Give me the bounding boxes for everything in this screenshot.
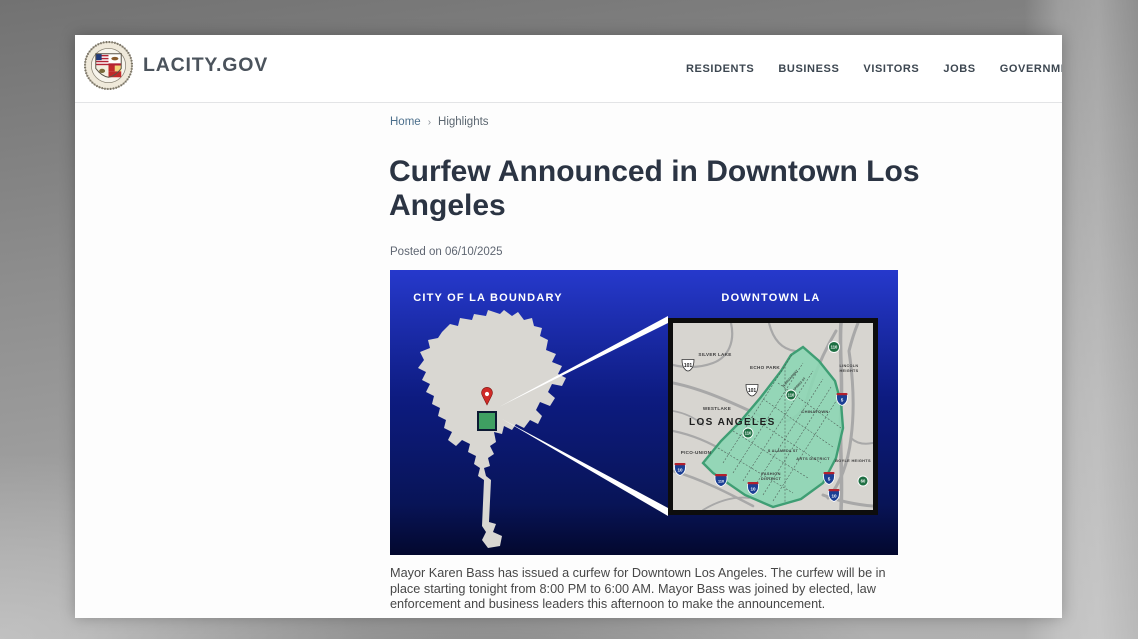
label-westlake: WESTLAKE (703, 406, 731, 411)
svg-text:5: 5 (841, 398, 844, 403)
label-alameda: S ALAMEDA ST (768, 449, 799, 453)
site-logo-link[interactable]: LACITY.GOV (84, 41, 268, 90)
banner-right-label: DOWNTOWN LA (721, 292, 820, 304)
nav-visitors[interactable]: VISITORS (863, 63, 919, 75)
label-arts-district: ARTS DISTRICT (796, 456, 830, 461)
label-chinatown: CHINATOWN (801, 409, 828, 414)
shield-sr110-top: 110 (829, 342, 840, 353)
svg-text:110: 110 (831, 345, 838, 350)
svg-text:110: 110 (745, 431, 752, 436)
shield-sr110-a: 110 (786, 390, 796, 400)
breadcrumb-home-link[interactable]: Home (390, 116, 421, 128)
svg-text:10: 10 (677, 468, 683, 473)
banner-left-label: CITY OF LA BOUNDARY (413, 292, 563, 304)
nav-residents[interactable]: RESIDENTS (686, 63, 754, 75)
downtown-inset-map: SILVER LAKE ECHO PARK WESTLAKE LOS ANGEL… (668, 318, 878, 515)
posted-date: Posted on 06/10/2025 (390, 246, 503, 258)
article-body-paragraph: Mayor Karen Bass has issued a curfew for… (390, 566, 897, 613)
label-boyle-heights: BOYLE HEIGHTS (835, 458, 871, 463)
site-name: LACITY.GOV (143, 54, 268, 77)
nav-jobs[interactable]: JOBS (943, 63, 975, 75)
page-title: Curfew Announced in Downtown Los Angeles (389, 155, 934, 223)
label-los-angeles: LOS ANGELES (689, 417, 776, 428)
svg-text:101: 101 (684, 363, 693, 369)
breadcrumb: Home › Highlights (390, 116, 489, 128)
svg-text:110: 110 (718, 480, 724, 484)
svg-text:101: 101 (748, 388, 757, 394)
nav-business[interactable]: BUSINESS (778, 63, 839, 75)
svg-text:110: 110 (788, 393, 795, 398)
shield-sr110-b: 110 (743, 428, 753, 438)
downtown-marker-square (478, 412, 496, 430)
label-lincoln-heights-2: HEIGHTS (840, 369, 859, 373)
shield-sr60: 60 (858, 476, 868, 486)
label-fashion-district-2: DISTRICT (761, 476, 782, 481)
breadcrumb-separator: › (428, 117, 431, 128)
svg-text:5: 5 (828, 477, 831, 482)
browser-page-screenshot: LACITY.GOV RESIDENTS BUSINESS VISITORS J… (75, 35, 1062, 618)
label-lincoln-heights-1: LINCOLN (840, 364, 859, 368)
site-header: LACITY.GOV RESIDENTS BUSINESS VISITORS J… (75, 35, 1062, 103)
svg-text:10: 10 (831, 494, 837, 499)
la-city-seal-icon (84, 41, 133, 90)
label-silver-lake: SILVER LAKE (698, 352, 731, 357)
breadcrumb-current: Highlights (438, 116, 489, 128)
label-echo-park: ECHO PARK (750, 365, 780, 370)
curfew-map-graphic: CITY OF LA BOUNDARY DOWNTOWN LA (390, 270, 898, 555)
label-pico-union: PICO-UNION (681, 450, 712, 455)
broadcast-gray-background: LACITY.GOV RESIDENTS BUSINESS VISITORS J… (0, 0, 1138, 639)
nav-government[interactable]: GOVERNMENT (1000, 63, 1062, 75)
main-nav: RESIDENTS BUSINESS VISITORS JOBS GOVERNM… (686, 35, 1062, 103)
svg-text:10: 10 (750, 487, 756, 492)
svg-text:60: 60 (861, 479, 866, 484)
